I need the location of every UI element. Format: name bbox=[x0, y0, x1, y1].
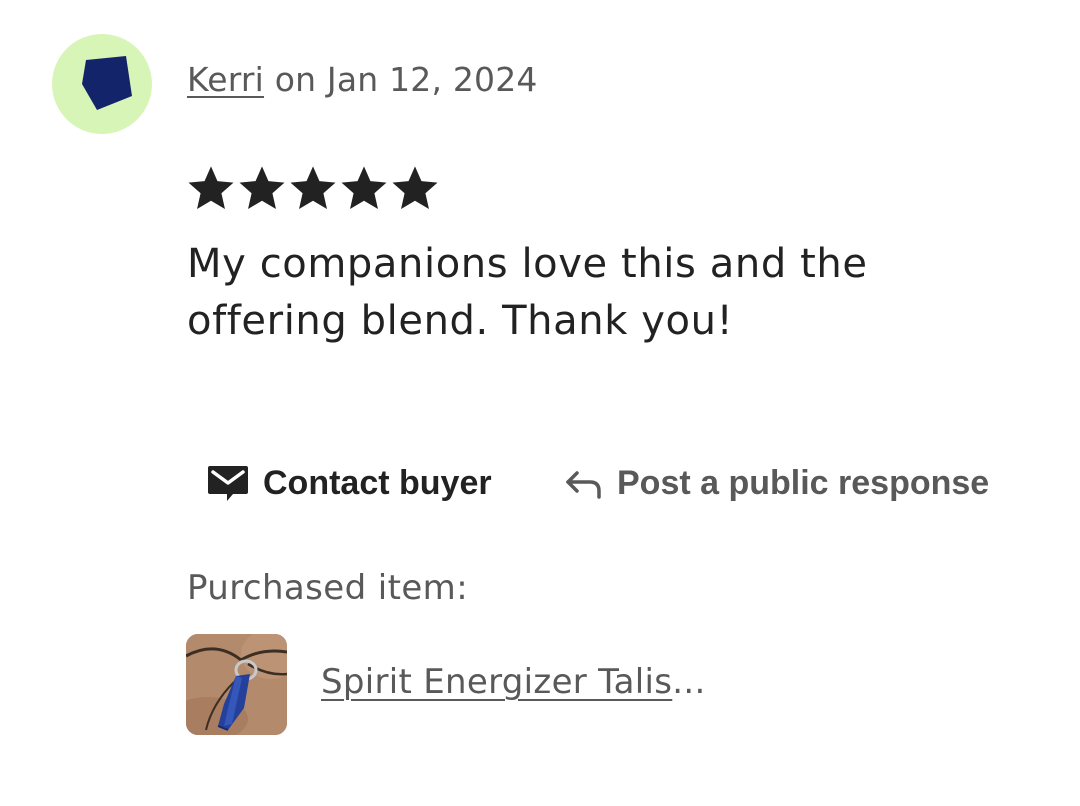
item-name-ellipsis: ... bbox=[672, 662, 706, 702]
purchased-item-name: Spirit Energizer Talis bbox=[321, 662, 673, 702]
review-header: Kerri on Jan 12, 2024 bbox=[187, 60, 538, 99]
review-text: My companions love this and the offering… bbox=[187, 241, 868, 344]
reviewer-avatar[interactable] bbox=[52, 34, 152, 134]
star-icon bbox=[239, 166, 285, 210]
purchased-item-label: Purchased item: bbox=[187, 568, 469, 608]
star-rating bbox=[186, 162, 440, 214]
review-date: on Jan 12, 2024 bbox=[264, 60, 538, 99]
contact-buyer-label: Contact buyer bbox=[263, 463, 492, 502]
purchased-item-thumbnail[interactable] bbox=[186, 634, 287, 735]
star-icon bbox=[188, 166, 234, 210]
lapis-pendant-photo bbox=[186, 634, 287, 735]
post-public-response-button[interactable]: Post a public response bbox=[563, 458, 989, 508]
avatar-pentagon-icon bbox=[82, 56, 132, 110]
post-public-response-label: Post a public response bbox=[617, 463, 990, 502]
star-icon bbox=[290, 166, 336, 210]
purchased-item-link[interactable]: Spirit Energizer Talis... bbox=[321, 662, 706, 702]
star-icon bbox=[341, 166, 387, 210]
star-icon bbox=[392, 166, 438, 210]
reviewer-name-link[interactable]: Kerri bbox=[187, 60, 264, 99]
mail-icon bbox=[206, 463, 250, 503]
reply-arrow-icon bbox=[563, 466, 603, 500]
contact-buyer-button[interactable]: Contact buyer bbox=[206, 458, 492, 508]
